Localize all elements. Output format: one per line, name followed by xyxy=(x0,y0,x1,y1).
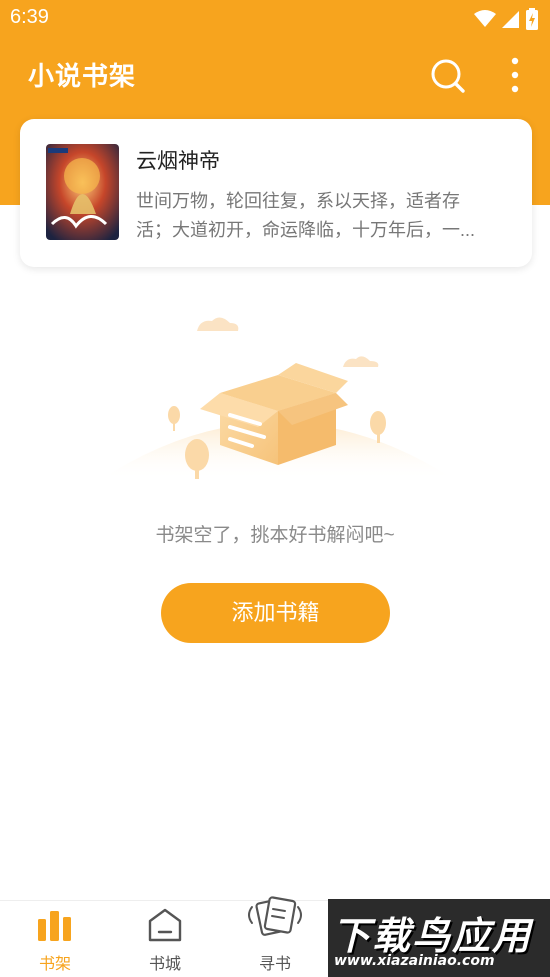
wifi-icon xyxy=(474,10,496,27)
more-options-button[interactable] xyxy=(500,54,530,96)
book-cover-art xyxy=(46,144,119,240)
nav-label: 寻书 xyxy=(258,956,291,973)
book-cover xyxy=(46,144,119,240)
book-title: 云烟神帝 xyxy=(136,150,220,173)
store-icon xyxy=(148,908,182,942)
search-button[interactable] xyxy=(428,56,468,96)
watermark: 下载鸟应用 www.xiazainiao.com xyxy=(328,899,550,977)
app-bar: 小说书架 xyxy=(0,40,550,110)
page-title: 小说书架 xyxy=(28,62,137,92)
nav-item-store[interactable]: 书城 xyxy=(110,901,220,977)
watermark-url: www.xiazainiao.com xyxy=(334,953,495,969)
nav-label: 书架 xyxy=(38,956,71,973)
add-book-button[interactable]: 添加书籍 xyxy=(161,583,390,643)
status-icons xyxy=(474,8,538,30)
signal-icon xyxy=(502,11,519,28)
search-icon xyxy=(431,59,465,93)
nav-item-bookshelf[interactable]: 书架 xyxy=(0,901,110,977)
status-time: 6:39 xyxy=(10,6,49,28)
more-vertical-icon xyxy=(511,57,519,93)
battery-icon xyxy=(526,8,538,30)
book-description-line: 世间万物，轮回往复，系以天择，适者存 xyxy=(136,191,460,211)
book-description: 世间万物，轮回往复，系以天择，适者存 活；大道初开，命运降临，十万年后，一... xyxy=(136,187,511,245)
status-bar: 6:39 xyxy=(0,0,550,38)
empty-shelf-message: 书架空了，挑本好书解闷吧~ xyxy=(155,525,395,546)
find-book-icon xyxy=(248,896,302,936)
nav-item-find-book[interactable]: 寻书 xyxy=(220,896,330,977)
empty-box-illustration xyxy=(100,305,455,485)
nav-label: 书城 xyxy=(148,956,181,973)
bookshelf-icon xyxy=(38,911,71,941)
book-description-line: 活；大道初开，命运降临，十万年后，一... xyxy=(136,220,476,240)
book-card[interactable]: 云烟神帝 世间万物，轮回往复，系以天择，适者存 活；大道初开，命运降临，十万年后… xyxy=(20,119,532,267)
watermark-title: 下载鸟应用 xyxy=(332,914,533,958)
